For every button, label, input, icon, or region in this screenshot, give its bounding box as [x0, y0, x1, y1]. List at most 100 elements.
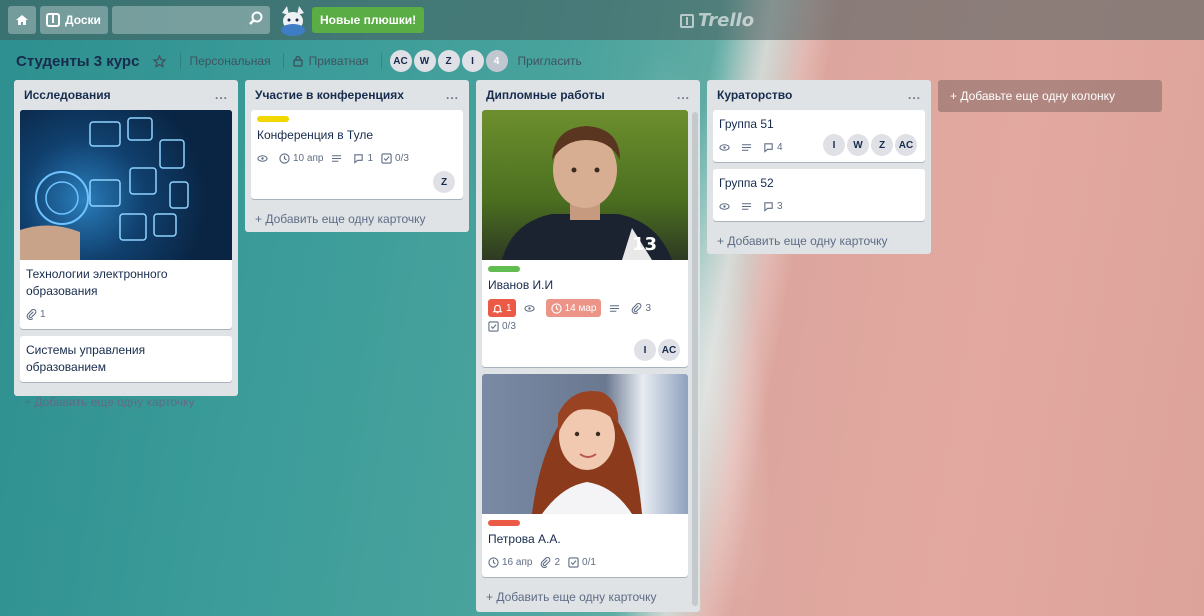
student-photo: 13	[502, 126, 672, 260]
card-label-yellow[interactable]	[257, 116, 289, 122]
card[interactable]: Технологии электронного образования 1	[20, 110, 232, 329]
list-scrollbar[interactable]	[692, 112, 698, 606]
description-icon	[610, 304, 620, 312]
boards-icon	[46, 13, 60, 27]
card-badges: 16 апр 2 0/1	[488, 553, 682, 571]
home-button[interactable]	[8, 6, 36, 34]
add-card-button[interactable]: + Добавить еще одну карточку	[482, 584, 694, 612]
more-members-badge[interactable]: 4	[485, 50, 508, 72]
list-menu-button[interactable]: ...	[677, 88, 690, 102]
invite-button[interactable]: Пригласить	[518, 54, 582, 68]
description-icon	[332, 154, 342, 162]
comment-icon	[764, 201, 773, 212]
trello-logo-icon	[680, 13, 694, 28]
member-avatar[interactable]: Z	[437, 50, 460, 72]
paperclip-icon	[632, 302, 642, 314]
card-cover-image	[482, 374, 688, 514]
card[interactable]: Петрова А.А. 16 апр 2 0/1	[482, 374, 688, 577]
paperclip-icon	[541, 556, 551, 568]
description-icon	[741, 143, 752, 151]
divider	[282, 53, 284, 69]
eye-icon	[257, 154, 268, 162]
member-avatar[interactable]: W	[413, 50, 436, 72]
add-card-button[interactable]: + Добавить еще одну карточку	[713, 228, 925, 256]
watching-badge	[719, 197, 733, 215]
boards-button[interactable]: Доски	[40, 6, 108, 34]
board-visibility-button[interactable]: Приватная	[292, 54, 369, 68]
member-avatar[interactable]: Z	[433, 171, 455, 193]
due-date-badge[interactable]: 16 апр	[488, 553, 532, 571]
attachments-badge: 3	[631, 299, 651, 317]
card-title: Системы управления образованием	[26, 343, 146, 374]
list-curatorship: Кураторство ... Группа 51 4 I W Z AC Гру…	[707, 80, 931, 254]
student-photo	[532, 390, 642, 514]
paperclip-icon	[26, 308, 37, 320]
due-date-badge[interactable]: 14 мар	[545, 299, 602, 317]
list-header: Кураторство ...	[713, 80, 925, 110]
description-badge	[331, 149, 345, 167]
eye-icon	[523, 304, 535, 312]
search-input[interactable]	[112, 6, 270, 34]
list-menu-button[interactable]: ...	[215, 88, 228, 102]
description-badge	[741, 197, 755, 215]
card-title: Иванов И.И	[488, 278, 554, 292]
card-badges: 10 апр 1 0/3	[257, 149, 457, 167]
add-card-button[interactable]: + Добавить еще одну карточку	[251, 206, 463, 234]
card-title: Конференция в Туле	[257, 128, 373, 142]
member-avatar[interactable]: W	[847, 134, 869, 156]
member-avatar[interactable]: I	[634, 339, 656, 361]
trello-logo[interactable]: Trello	[680, 10, 754, 31]
card-label-red[interactable]	[488, 520, 520, 526]
divider	[180, 53, 182, 69]
boards-label: Доски	[65, 13, 101, 27]
board-header: Студенты 3 курс Персональная Приватная A…	[16, 47, 586, 75]
member-avatar[interactable]: I	[461, 50, 484, 72]
list-title[interactable]: Участие в конференциях	[255, 88, 404, 102]
card-title: Петрова А.А.	[488, 532, 561, 546]
card-members: Z	[257, 171, 457, 193]
card-members: I W Z AC	[823, 134, 919, 156]
list-title[interactable]: Кураторство	[717, 88, 792, 102]
list-menu-button[interactable]: ...	[446, 88, 459, 102]
new-features-button[interactable]: Новые плюшки!	[312, 7, 425, 33]
card[interactable]: Группа 52 3	[713, 169, 925, 221]
clock-icon	[488, 556, 499, 568]
card[interactable]: 13 Иванов И.И 1 14 мар 3 0/3 I AC	[482, 110, 688, 367]
divider	[380, 53, 382, 69]
board-team-button[interactable]: Персональная	[189, 54, 270, 68]
member-avatar[interactable]: AC	[658, 339, 680, 361]
star-icon[interactable]	[153, 54, 167, 68]
list-title[interactable]: Дипломные работы	[486, 88, 605, 102]
list-menu-button[interactable]: ...	[908, 88, 921, 102]
taco-mascot-icon[interactable]	[276, 3, 310, 37]
comments-badge: 3	[763, 197, 783, 215]
add-card-button[interactable]: + Добавить еще одну карточку	[20, 389, 232, 417]
checklist-badge: 0/3	[488, 317, 516, 335]
checklist-icon	[568, 556, 579, 568]
card[interactable]: Конференция в Туле 10 апр 1 0/3 Z	[251, 110, 463, 199]
list-title[interactable]: Исследования	[24, 88, 111, 102]
checklist-icon	[381, 152, 392, 164]
due-date-badge[interactable]: 10 апр	[279, 149, 323, 167]
add-list-button[interactable]: + Добавьте еще одну колонку	[938, 80, 1162, 112]
member-avatar[interactable]: I	[823, 134, 845, 156]
card-title: Группа 51	[719, 117, 774, 131]
clock-icon	[550, 302, 562, 314]
card[interactable]: Группа 51 4 I W Z AC	[713, 110, 925, 162]
comments-badge: 1	[353, 149, 373, 167]
board-title[interactable]: Студенты 3 курс	[16, 53, 139, 70]
card-label-green[interactable]	[488, 266, 520, 272]
search-icon	[249, 11, 263, 25]
watching-badge	[719, 138, 733, 156]
member-avatar[interactable]: AC	[895, 134, 917, 156]
card[interactable]: Системы управления образованием	[20, 336, 232, 382]
watching-badge	[523, 299, 538, 317]
card-badges: 1	[26, 305, 226, 323]
checklist-icon	[488, 320, 499, 332]
comments-badge: 4	[763, 138, 783, 156]
list-conferences: Участие в конференциях ... Конференция в…	[245, 80, 469, 232]
member-avatar[interactable]: AC	[389, 50, 412, 72]
card-title: Группа 52	[719, 176, 774, 190]
checklist-badge: 0/1	[568, 553, 596, 571]
member-avatar[interactable]: Z	[871, 134, 893, 156]
